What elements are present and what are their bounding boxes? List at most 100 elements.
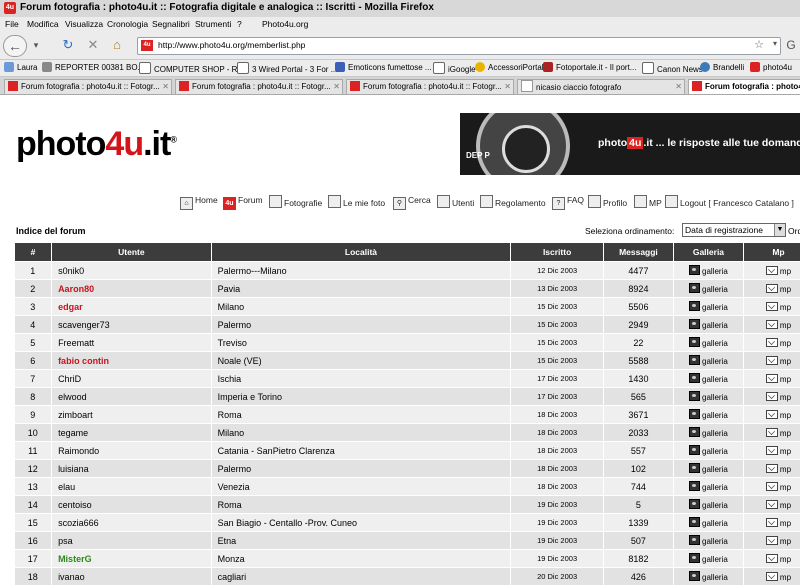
pm-link[interactable]: mp xyxy=(743,495,800,514)
gallery-link[interactable]: galleria xyxy=(673,279,744,298)
close-tab-icon[interactable]: ✕ xyxy=(675,80,682,94)
pm-link[interactable]: mp xyxy=(743,567,800,586)
gallery-link[interactable]: galleria xyxy=(673,369,744,388)
bookmark-item[interactable]: Brandelli xyxy=(700,62,744,72)
menu-modifica[interactable]: Modifica xyxy=(27,19,59,29)
username-link[interactable]: MisterG xyxy=(58,554,92,564)
forum-index-link[interactable]: Indice del forum xyxy=(16,226,86,236)
username-link[interactable]: zimboart xyxy=(58,410,93,420)
username-link[interactable]: Raimondo xyxy=(58,446,99,456)
pm-link[interactable]: mp xyxy=(743,459,800,478)
nav-utenti[interactable]: Utenti xyxy=(437,195,474,208)
bookmark-item[interactable]: Fotoportale.it - Il port... xyxy=(543,62,636,72)
nav-logout[interactable]: Logout [ Francesco Catalano ] xyxy=(665,195,794,208)
nav-regolamento[interactable]: Regolamento xyxy=(480,195,546,208)
bookmark-item[interactable]: 3 Wired Portal - 3 For ... xyxy=(237,62,337,74)
search-box[interactable]: G xyxy=(784,36,798,54)
username-link[interactable]: scozia666 xyxy=(58,518,99,528)
pm-link[interactable]: mp xyxy=(743,549,800,568)
col-header-utente[interactable]: Utente xyxy=(51,242,212,262)
menu-cronologia[interactable]: Cronologia xyxy=(107,19,148,29)
nav-faq[interactable]: ? FAQ xyxy=(552,195,584,210)
gallery-link[interactable]: galleria xyxy=(673,513,744,532)
gallery-link[interactable]: galleria xyxy=(673,567,744,586)
pm-link[interactable]: mp xyxy=(743,531,800,550)
sort-select[interactable]: Data di registrazione ▼ xyxy=(682,223,786,237)
history-dropdown-icon[interactable]: ▾ xyxy=(30,36,42,54)
menu-segnalibri[interactable]: Segnalibri xyxy=(152,19,190,29)
gallery-link[interactable]: galleria xyxy=(673,495,744,514)
username-link[interactable]: tegame xyxy=(58,428,88,438)
bookmark-item[interactable]: Emoticons fumettose ... xyxy=(335,62,432,72)
browser-tab-active[interactable]: Forum fotografia : photo4u... xyxy=(688,79,800,94)
back-button[interactable]: ← xyxy=(3,35,27,57)
browser-tab[interactable]: Forum fotografia : photo4u.it :: Fotogr.… xyxy=(4,79,172,94)
pm-link[interactable]: mp xyxy=(743,351,800,370)
menu-help[interactable]: ? xyxy=(237,19,242,29)
gallery-link[interactable]: galleria xyxy=(673,351,744,370)
bookmark-item[interactable]: COMPUTER SHOP - R... xyxy=(139,62,244,74)
menu-visualizza[interactable]: Visualizza xyxy=(65,19,103,29)
nav-forum[interactable]: 4u Forum xyxy=(223,195,263,210)
nav-le-mie-foto[interactable]: Le mie foto xyxy=(328,195,385,208)
username-link[interactable]: psa xyxy=(58,536,73,546)
bookmark-item[interactable]: AccessoriPortal xyxy=(475,62,544,72)
gallery-link[interactable]: galleria xyxy=(673,531,744,550)
bookmark-item[interactable]: REPORTER 00381 BO... xyxy=(42,62,144,72)
bookmark-item[interactable]: photo4u xyxy=(750,62,792,72)
close-tab-icon[interactable]: ✕ xyxy=(333,80,340,94)
browser-tab[interactable]: Forum fotografia : photo4u.it :: Fotogr.… xyxy=(175,79,343,94)
browser-tab[interactable]: Forum fotografia : photo4u.it :: Fotogr.… xyxy=(346,79,514,94)
header-banner[interactable]: DEP P photo 4u .it ... le risposte alle tu… xyxy=(460,113,800,175)
pm-link[interactable]: mp xyxy=(743,315,800,334)
address-bar[interactable]: 4u http://www.photo4u.org/memberlist.php… xyxy=(137,37,781,55)
site-logo[interactable]: photo4u.it® xyxy=(16,125,177,164)
home-icon[interactable]: ⌂ xyxy=(109,36,125,54)
col-header-iscritto[interactable]: Iscritto xyxy=(510,242,604,262)
pm-link[interactable]: mp xyxy=(743,387,800,406)
username-link[interactable]: Aaron80 xyxy=(58,284,94,294)
nav-profilo[interactable]: Profilo xyxy=(588,195,627,208)
gallery-link[interactable]: galleria xyxy=(673,441,744,460)
gallery-link[interactable]: galleria xyxy=(673,387,744,406)
reload-icon[interactable]: ↻ xyxy=(60,36,76,54)
pm-link[interactable]: mp xyxy=(743,405,800,424)
nav-fotografie[interactable]: Fotografie xyxy=(269,195,322,208)
username-link[interactable]: luisiana xyxy=(58,464,89,474)
pm-link[interactable]: mp xyxy=(743,441,800,460)
pm-link[interactable]: mp xyxy=(743,261,800,280)
gallery-link[interactable]: galleria xyxy=(673,405,744,424)
menu-strumenti[interactable]: Strumenti xyxy=(195,19,231,29)
pm-link[interactable]: mp xyxy=(743,477,800,496)
username-link[interactable]: fabio contin xyxy=(58,356,109,366)
pm-link[interactable]: mp xyxy=(743,279,800,298)
pm-link[interactable]: mp xyxy=(743,423,800,442)
username-link[interactable]: ChriD xyxy=(58,374,81,384)
browser-tab[interactable]: nicasio ciaccio fotografo ✕ xyxy=(517,79,685,94)
bookmark-star-icon[interactable]: ☆ xyxy=(754,38,764,51)
gallery-link[interactable]: galleria xyxy=(673,423,744,442)
pm-link[interactable]: mp xyxy=(743,297,800,316)
username-link[interactable]: edgar xyxy=(58,302,83,312)
bookmark-item[interactable]: Laura xyxy=(4,62,37,72)
username-link[interactable]: scavenger73 xyxy=(58,320,110,330)
username-link[interactable]: elau xyxy=(58,482,75,492)
username-link[interactable]: ivanao xyxy=(58,572,85,582)
username-link[interactable]: s0nik0 xyxy=(58,266,84,276)
pm-link[interactable]: mp xyxy=(743,333,800,352)
nav-cerca[interactable]: ⚲ Cerca xyxy=(393,195,431,210)
close-tab-icon[interactable]: ✕ xyxy=(162,80,169,94)
pm-link[interactable]: mp xyxy=(743,369,800,388)
gallery-link[interactable]: galleria xyxy=(673,459,744,478)
bookmark-item[interactable]: iGoogle xyxy=(433,62,476,74)
gallery-link[interactable]: galleria xyxy=(673,315,744,334)
close-tab-icon[interactable]: ✕ xyxy=(504,80,511,94)
pm-link[interactable]: mp xyxy=(743,513,800,532)
gallery-link[interactable]: galleria xyxy=(673,261,744,280)
username-link[interactable]: elwood xyxy=(58,392,87,402)
menu-file[interactable]: File xyxy=(5,19,19,29)
nav-home[interactable]: ⌂ Home xyxy=(180,195,218,210)
gallery-link[interactable]: galleria xyxy=(673,549,744,568)
stop-icon[interactable]: ✕ xyxy=(85,36,101,54)
bookmark-item[interactable]: Canon News xyxy=(642,62,703,74)
